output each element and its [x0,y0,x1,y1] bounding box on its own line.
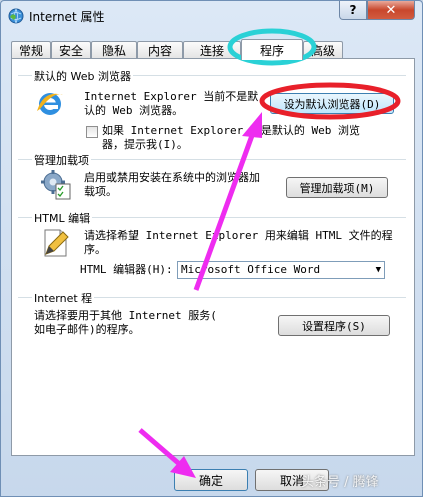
tab-label: 安全 [58,44,83,58]
web-browser-legend: 默认的 Web 浏览器 [32,68,133,84]
button-label: 设置程序(S) [302,319,366,333]
close-icon: ✕ [385,2,397,18]
ie-logo-icon [37,93,63,115]
programs-panel: 默认的 Web 浏览器 Internet Explorer 当前不是默 认的 W… [11,58,415,456]
addons-legend: 管理加载项 [32,152,91,168]
tab-label: 内容 [147,44,172,58]
button-label: 管理加载项(M) [299,181,375,195]
addons-description: 启用或禁用安装在系统中的浏览器加 载项。 [84,171,260,198]
html-editor-value: Microsoft Office Word [181,263,321,276]
tab-label: 常规 [18,44,43,58]
help-button[interactable]: ? [339,1,367,20]
button-label: 设为默认浏览器(D) [283,97,381,111]
manage-addons-button[interactable]: 管理加载项(M) [286,177,388,198]
chevron-down-icon: ▼ [375,265,381,275]
gear-checklist-icon [41,170,71,200]
programs-description: 请选择要用于其他 Internet 服务( 如电子邮件)的程序。 [34,309,217,336]
prompt-default-checkbox[interactable] [86,126,98,138]
tab-security[interactable]: 安全 [51,41,91,59]
html-editor-label: HTML 编辑器(H): [80,263,173,276]
tab-connections[interactable]: 连接 [183,41,241,59]
internet-properties-window: Internet 属性 ? ✕ 常规 安全 隐私 内容 连接 程序 高级 默认的… [0,0,423,497]
ok-button[interactable]: 确定 [174,469,248,491]
tab-label: 连接 [199,44,224,58]
help-icon: ? [349,3,357,17]
html-editing-legend: HTML 编辑 [32,210,93,226]
globe-icon [8,8,24,24]
programs-legend: Internet 程 [32,290,95,306]
watermark-text: 头条号 / 腾锋 [301,475,379,490]
tab-advanced[interactable]: 高级 [303,41,343,59]
close-button[interactable]: ✕ [367,1,415,20]
tab-strip: 常规 安全 隐私 内容 连接 程序 高级 [11,39,415,60]
tab-general[interactable]: 常规 [11,41,51,59]
web-browser-status-text: Internet Explorer 当前不是默 认的 Web 浏览器。 [84,90,259,117]
document-pen-icon [44,229,69,257]
tab-label: 高级 [310,44,335,58]
title-bar: Internet 属性 ? ✕ [1,1,422,31]
prompt-default-label: 如果 Internet Explorer 不是默认的 Web 浏览 器，提示我(… [102,124,360,151]
tab-label: 程序 [259,43,284,58]
tab-programs[interactable]: 程序 [241,39,303,60]
tab-content[interactable]: 内容 [137,41,183,59]
html-editor-select[interactable]: Microsoft Office Word ▼ [177,261,385,279]
set-default-browser-button[interactable]: 设为默认浏览器(D) [270,93,394,114]
html-editing-description: 请选择希望 Internet Explorer 用来编辑 HTML 文件的程 序… [84,229,393,256]
window-title: Internet 属性 [29,10,105,24]
button-label: 确定 [198,473,223,488]
tab-privacy[interactable]: 隐私 [91,41,137,59]
tab-label: 隐私 [101,44,126,58]
set-programs-button[interactable]: 设置程序(S) [278,315,390,336]
